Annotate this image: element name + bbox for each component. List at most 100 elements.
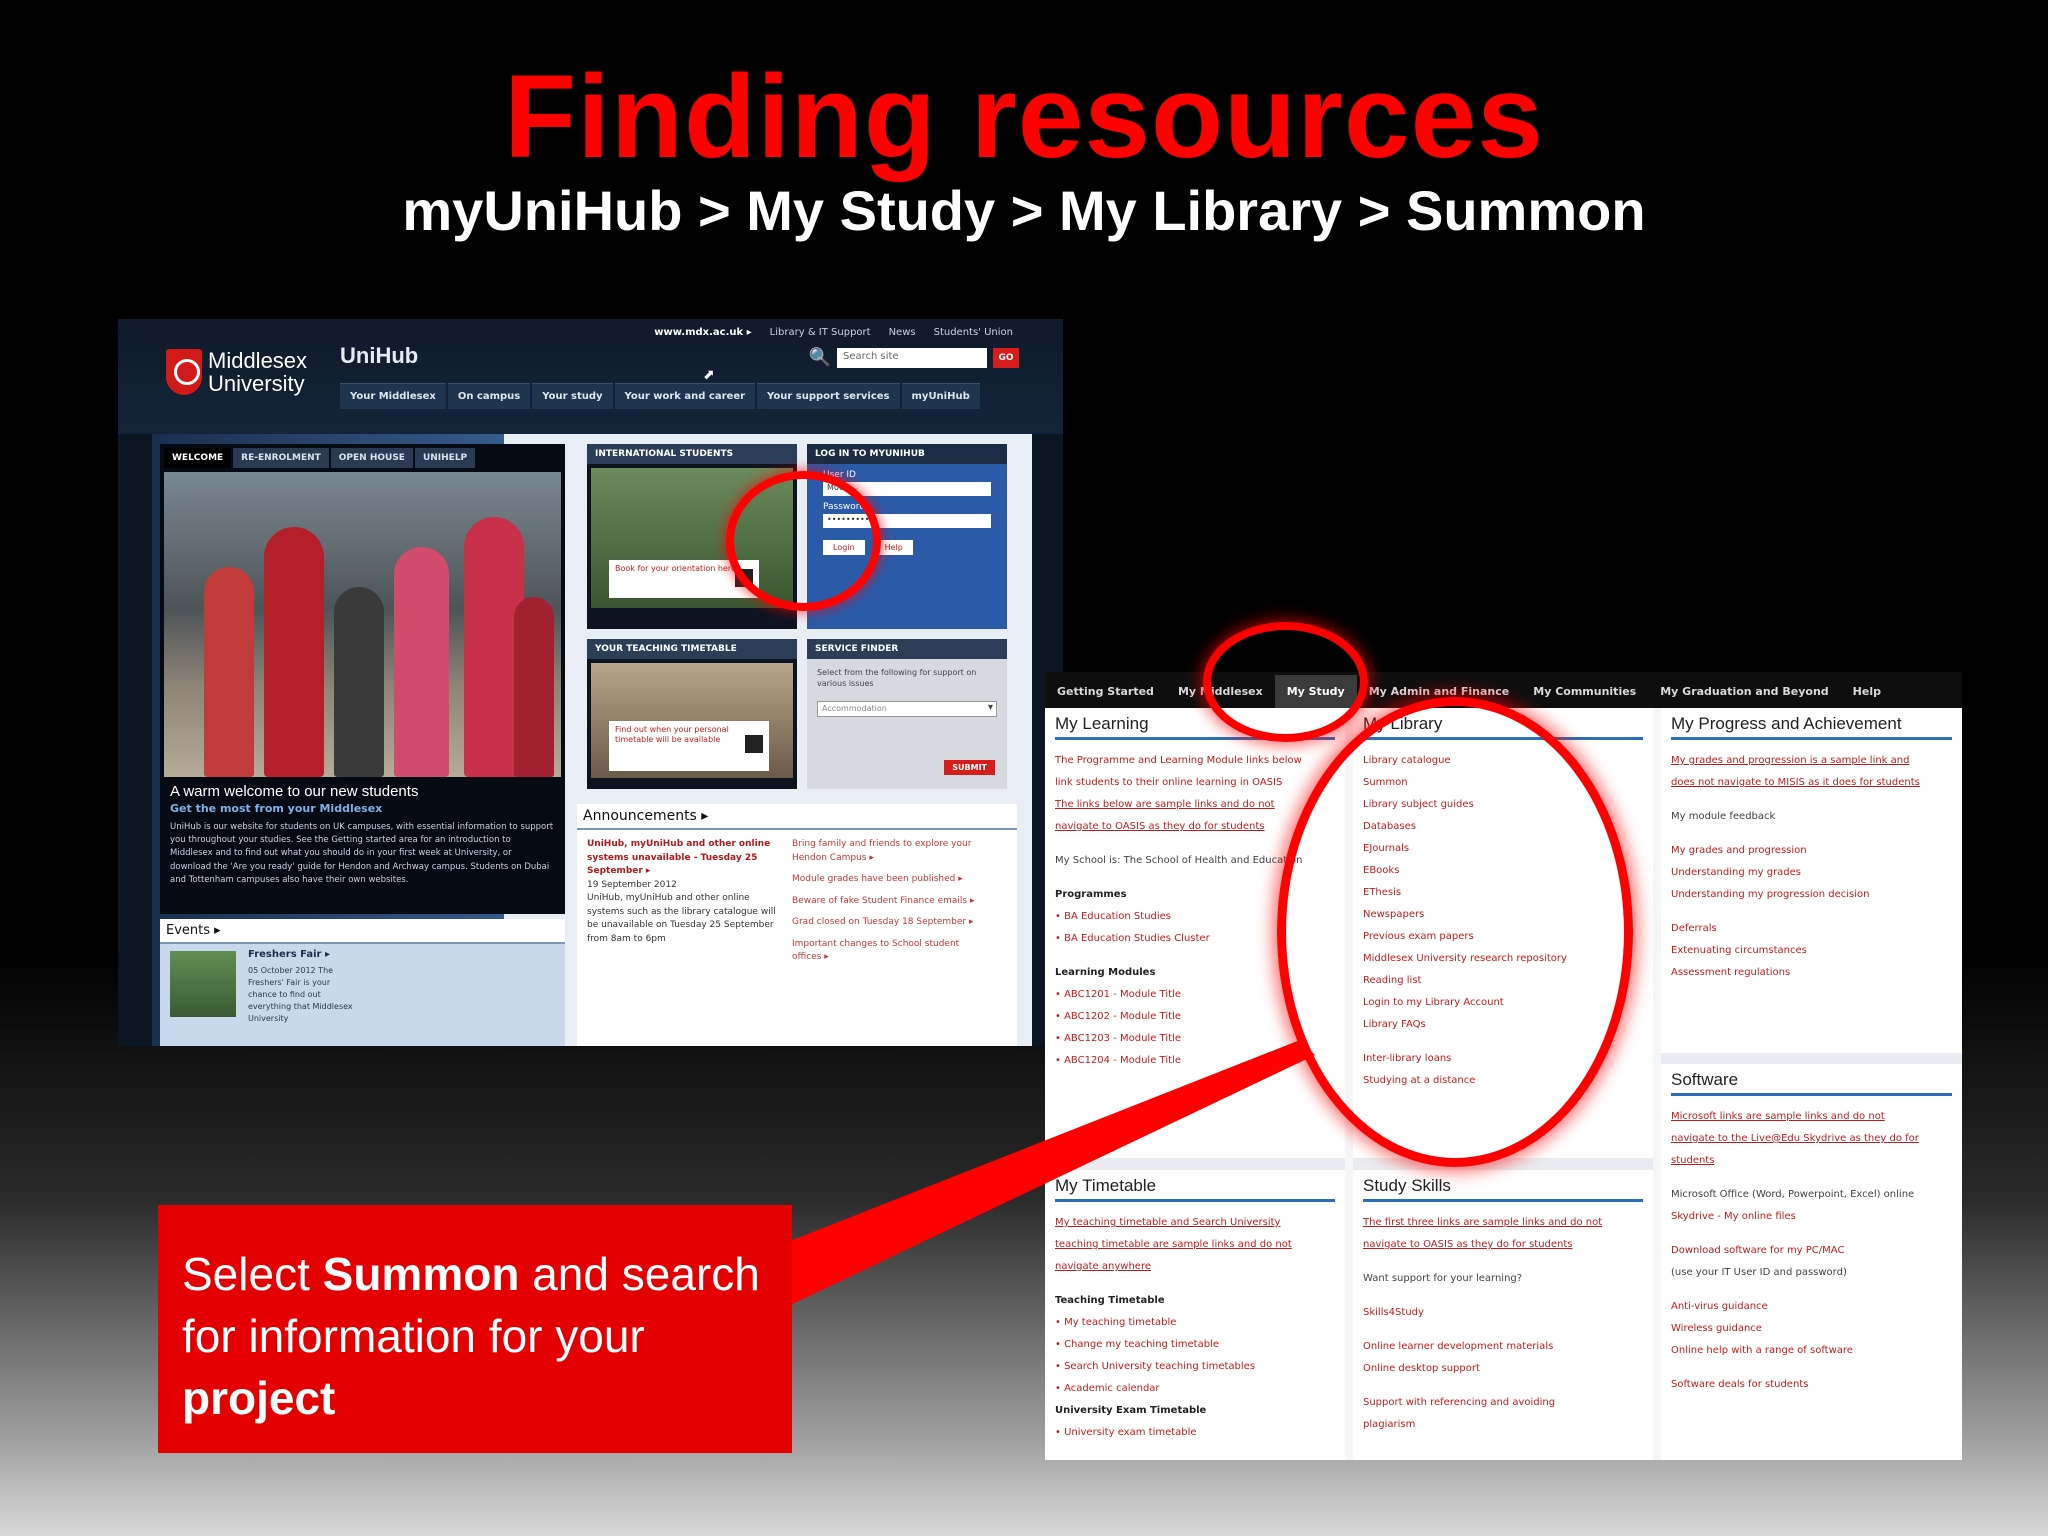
cta-text: Find out when your personal timetable wi… — [615, 725, 729, 745]
teaching-timetable-panel: YOUR TEACHING TIMETABLE Find out when yo… — [587, 639, 797, 789]
service-finder-panel: SERVICE FINDER Select from the following… — [807, 639, 1007, 789]
skills-line[interactable]: Skills4Study — [1363, 1302, 1643, 1324]
progress-line[interactable]: Understanding my progression decision — [1671, 884, 1952, 906]
nav-getting-started[interactable]: Getting Started — [1045, 675, 1166, 708]
highlight-ring-my-library — [1277, 697, 1633, 1167]
nav-item[interactable]: Your work and career — [614, 383, 756, 409]
callout-text: Select — [182, 1248, 323, 1300]
skills-line[interactable]: plagiarism — [1363, 1414, 1643, 1436]
timetable-link[interactable]: Find out when your personal timetable wi… — [609, 721, 769, 771]
nav-my-graduation[interactable]: My Graduation and Beyond — [1648, 675, 1840, 708]
welcome-subtitle[interactable]: Get the most from your Middlesex — [160, 802, 565, 815]
progress-line[interactable]: My module feedback — [1671, 806, 1952, 828]
nav-my-communities[interactable]: My Communities — [1521, 675, 1648, 708]
site-search: 🔍 Search site GO — [809, 347, 1019, 368]
events-panel: Events ▸ Freshers Fair ▸ 05 October 2012… — [160, 919, 565, 1046]
software-line[interactable]: navigate to the Live@Edu Skydrive as the… — [1671, 1128, 1952, 1150]
progress-line[interactable]: My grades and progression is a sample li… — [1671, 750, 1952, 772]
timetable-line: University Exam Timetable — [1055, 1405, 1207, 1416]
nav-item[interactable]: Your Middlesex — [340, 383, 446, 409]
learning-line[interactable]: • ABC1204 - Module Title — [1055, 1050, 1335, 1072]
timetable-line[interactable]: • Academic calendar — [1055, 1378, 1335, 1400]
finder-select[interactable]: Accommodation — [817, 701, 997, 718]
learning-line[interactable]: The links below are sample links and do … — [1055, 794, 1335, 816]
welcome-text: UniHub is our website for students on UK… — [170, 822, 554, 885]
arrow-icon — [745, 735, 763, 753]
skills-line[interactable]: The first three links are sample links a… — [1363, 1212, 1643, 1234]
unihub-homepage-screenshot: www.mdx.ac.uk ▸ Library & IT Support New… — [118, 319, 1063, 1046]
software-line[interactable]: Skydrive - My online files — [1671, 1206, 1952, 1228]
nav-item[interactable]: myUniHub — [901, 383, 980, 409]
announcement-link[interactable]: Module grades have been published ▸ — [792, 873, 982, 887]
skills-line[interactable]: navigate to OASIS as they do for student… — [1363, 1234, 1643, 1256]
search-input[interactable]: Search site — [837, 347, 987, 368]
search-icon: 🔍 — [808, 347, 831, 368]
timetable-photo: Find out when your personal timetable wi… — [591, 663, 793, 778]
software-line[interactable]: Microsoft links are sample links and do … — [1671, 1106, 1952, 1128]
top-link[interactable]: News — [889, 327, 916, 338]
progress-line[interactable]: Assessment regulations — [1671, 962, 1952, 984]
skills-line[interactable]: Support with referencing and avoiding — [1363, 1392, 1643, 1414]
progress-line[interactable]: Understanding my grades — [1671, 862, 1952, 884]
tab-unihelp[interactable]: UNIHELP — [414, 448, 476, 468]
panel-heading: INTERNATIONAL STUDENTS — [587, 444, 797, 464]
slide-subtitle: myUniHub > My Study > My Library > Summo… — [402, 179, 1646, 242]
announcement-link[interactable]: Grad closed on Tuesday 18 September ▸ — [792, 916, 982, 930]
progress-line[interactable]: Deferrals — [1671, 918, 1952, 940]
timetable-line[interactable]: • Search University teaching timetables — [1055, 1356, 1335, 1378]
panel-heading: SERVICE FINDER — [807, 639, 1007, 659]
software-line[interactable]: Anti-virus guidance — [1671, 1296, 1952, 1318]
event-thumbnail[interactable] — [170, 951, 236, 1017]
myunihub-nav: Getting Started My Middlesex My Study My… — [1045, 672, 1962, 708]
software-line[interactable]: Wireless guidance — [1671, 1318, 1952, 1340]
event-title[interactable]: Freshers Fair ▸ — [248, 949, 330, 960]
user-id-label: User ID — [823, 470, 856, 480]
welcome-tabs: WELCOME RE-ENROLMENT OPEN HOUSE UNIHELP — [160, 444, 565, 468]
announcement-title[interactable]: UniHub, myUniHub and other online system… — [587, 839, 770, 876]
events-heading[interactable]: Events ▸ — [160, 919, 565, 944]
logo-line: University — [208, 371, 305, 397]
skills-line[interactable]: Online desktop support — [1363, 1358, 1643, 1380]
announcement-link[interactable]: Beware of fake Student Finance emails ▸ — [792, 895, 982, 909]
software-line[interactable]: Online help with a range of software — [1671, 1340, 1952, 1362]
highlight-ring-login — [726, 471, 881, 611]
learning-line: link students to their online learning i… — [1055, 777, 1283, 788]
announcements-heading[interactable]: Announcements ▸ — [577, 804, 1017, 830]
top-link[interactable]: www.mdx.ac.uk ▸ — [654, 327, 751, 338]
students-photo — [164, 472, 561, 777]
skills-line: Want support for your learning? — [1363, 1273, 1523, 1284]
nav-help[interactable]: Help — [1841, 675, 1893, 708]
timetable-line[interactable]: • University exam timetable — [1055, 1422, 1335, 1444]
timetable-line[interactable]: • My teaching timetable — [1055, 1312, 1335, 1334]
skills-line[interactable]: Online learner development materials — [1363, 1336, 1643, 1358]
progress-line[interactable]: Extenuating circumstances — [1671, 940, 1952, 962]
nav-item[interactable]: On campus — [447, 383, 531, 409]
tab-welcome[interactable]: WELCOME — [164, 448, 232, 468]
top-link[interactable]: Library & IT Support — [770, 327, 871, 338]
nav-item[interactable]: Your support services — [757, 383, 900, 409]
university-logo[interactable]: Middlesex University — [166, 349, 307, 395]
nav-item[interactable]: Your study — [532, 383, 613, 409]
announcement-link[interactable]: Important changes to School student offi… — [792, 938, 982, 965]
highlight-ring-my-study — [1203, 622, 1368, 742]
software-line[interactable]: students — [1671, 1150, 1952, 1172]
tab-open-house[interactable]: OPEN HOUSE — [330, 448, 413, 468]
timetable-line[interactable]: navigate anywhere — [1055, 1256, 1335, 1278]
announcements-panel: Announcements ▸ UniHub, myUniHub and oth… — [577, 804, 1017, 1046]
tab-re-enrolment[interactable]: RE-ENROLMENT — [233, 448, 329, 468]
timetable-line[interactable]: • Change my teaching timetable — [1055, 1334, 1335, 1356]
homepage-body: WELCOME RE-ENROLMENT OPEN HOUSE UNIHELP … — [152, 434, 1032, 1046]
announcement-link[interactable]: Bring family and friends to explore your… — [792, 838, 982, 865]
software-line[interactable]: Software deals for students — [1671, 1374, 1952, 1396]
search-go-button[interactable]: GO — [993, 347, 1019, 368]
announcement-date: 19 September 2012 — [587, 879, 677, 890]
hub-name: UniHub — [340, 343, 419, 368]
callout-emphasis-project: project — [182, 1372, 336, 1424]
timetable-line[interactable]: teaching timetable are sample links and … — [1055, 1234, 1335, 1256]
progress-line[interactable]: does not navigate to MISIS as it does fo… — [1671, 772, 1952, 794]
progress-line[interactable]: My grades and progression — [1671, 840, 1952, 862]
finder-submit-button[interactable]: SUBMIT — [944, 760, 995, 775]
timetable-line[interactable]: My teaching timetable and Search Univers… — [1055, 1212, 1335, 1234]
top-link[interactable]: Students' Union — [934, 327, 1013, 338]
software-line[interactable]: Download software for my PC/MAC — [1671, 1240, 1952, 1262]
